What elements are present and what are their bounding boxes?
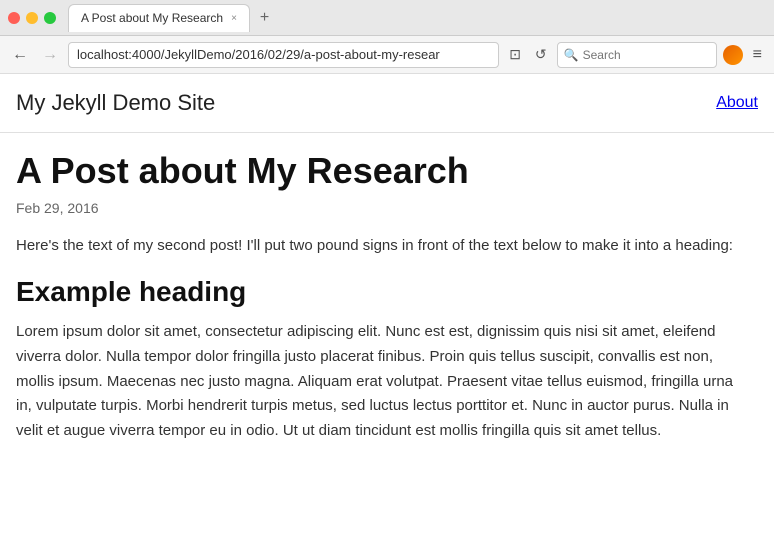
search-input[interactable] [583,48,703,62]
address-bar: ← → ⊡ ↺ 🔍 ≡ [0,36,774,74]
firefox-icon[interactable] [723,45,743,65]
about-link[interactable]: About [716,94,758,111]
tab-bar: A Post about My Research × + [68,4,766,32]
site-nav: About [716,94,758,112]
reload-button[interactable]: ↺ [531,44,551,65]
site-title: My Jekyll Demo Site [16,90,215,116]
forward-button[interactable]: → [38,44,62,66]
post-intro: Here's the text of my second post! I'll … [16,234,744,258]
reader-view-button[interactable]: ⊡ [505,44,525,65]
search-box: 🔍 [557,42,717,68]
search-icon: 🔍 [564,48,579,62]
title-bar: A Post about My Research × + [0,0,774,36]
new-tab-button[interactable]: + [254,7,275,29]
window-controls [8,12,56,24]
back-button[interactable]: ← [8,44,32,66]
minimize-button[interactable] [26,12,38,24]
url-input[interactable] [68,42,499,68]
site-header: My Jekyll Demo Site About [0,74,774,133]
menu-button[interactable]: ≡ [749,44,766,66]
post-date: Feb 29, 2016 [16,200,744,216]
post-subheading: Example heading [16,276,744,308]
maximize-button[interactable] [44,12,56,24]
tab-close-button[interactable]: × [231,13,237,24]
post-content: A Post about My Research Feb 29, 2016 He… [0,133,760,468]
website-content: My Jekyll Demo Site About A Post about M… [0,74,774,558]
close-button[interactable] [8,12,20,24]
tab-title: A Post about My Research [81,11,223,25]
post-body: Lorem ipsum dolor sit amet, consectetur … [16,320,744,444]
active-tab[interactable]: A Post about My Research × [68,4,250,32]
post-title: A Post about My Research [16,149,744,192]
